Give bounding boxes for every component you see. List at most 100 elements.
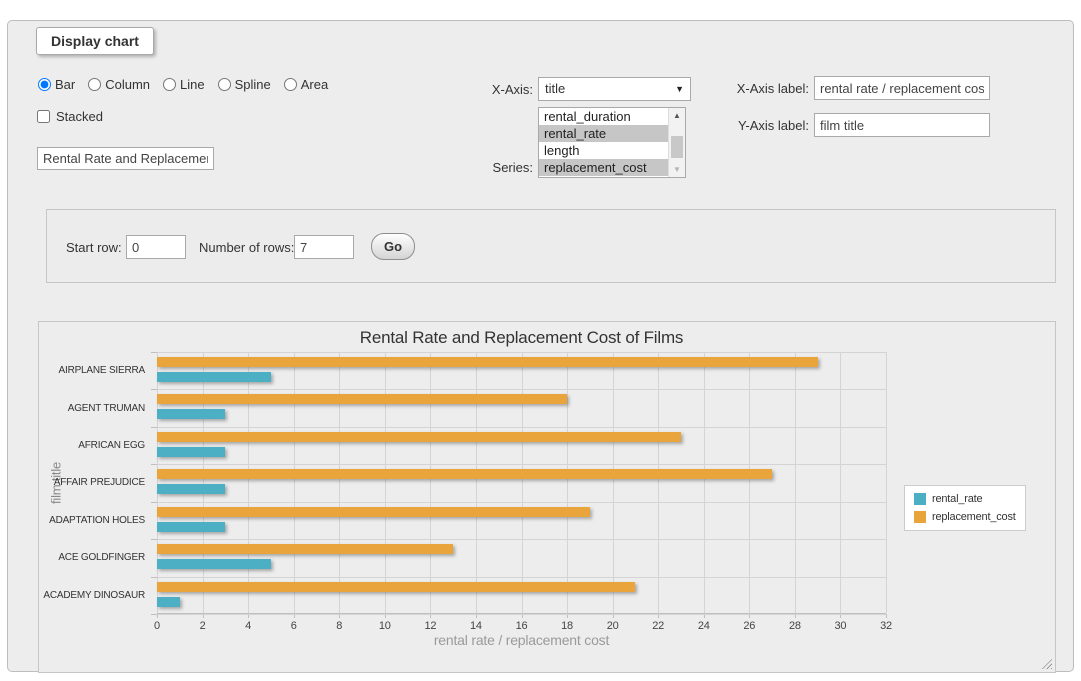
start-row-input[interactable]: [126, 235, 186, 259]
num-rows-label: Number of rows:: [199, 240, 294, 255]
gridline-vertical: [476, 352, 477, 613]
x-tick-label: 16: [502, 620, 542, 632]
bar-rental_rate: [157, 559, 271, 569]
legend-item-replacement_cost[interactable]: replacement_cost: [914, 511, 1016, 523]
bar-replacement_cost: [157, 469, 772, 479]
y-category-label: AGENT TRUMAN: [39, 389, 145, 426]
series-option-replacement_cost[interactable]: replacement_cost: [539, 159, 668, 176]
y-tick: [151, 464, 157, 465]
gridline-horizontal: [157, 539, 886, 540]
legend-swatch: [914, 493, 926, 505]
gridline-vertical: [658, 352, 659, 613]
x-tick-label: 0: [137, 620, 177, 632]
gridline-vertical: [613, 352, 614, 613]
chart-type-option-line[interactable]: Line: [163, 77, 205, 92]
y-tick: [151, 577, 157, 578]
x-tick-label: 24: [684, 620, 724, 632]
radio-label: Area: [301, 77, 328, 92]
display-chart-panel: Display chart Bar Column Line Spline Area St…: [7, 20, 1074, 672]
bar-rental_rate: [157, 597, 180, 607]
resize-handle-icon[interactable]: [1042, 659, 1052, 669]
gridline-vertical: [203, 352, 204, 613]
stacked-option[interactable]: Stacked: [37, 109, 103, 124]
chevron-down-icon: ▼: [675, 78, 684, 100]
stacked-label: Stacked: [56, 109, 103, 124]
num-rows-input[interactable]: [294, 235, 354, 259]
x-tick-label: 14: [456, 620, 496, 632]
bar-replacement_cost: [157, 357, 818, 367]
bar-replacement_cost: [157, 394, 567, 404]
radio-column[interactable]: [88, 78, 101, 91]
bar-rental_rate: [157, 447, 225, 457]
x-axis-label-label: X-Axis label:: [723, 81, 809, 96]
series-option-rental_rate[interactable]: rental_rate: [539, 125, 668, 142]
x-axis-selected-value: title: [545, 81, 565, 96]
y-axis-label-label: Y-Axis label:: [723, 118, 809, 133]
gridline-vertical: [522, 352, 523, 613]
page: Display chart Bar Column Line Spline Area St…: [0, 0, 1081, 681]
chart-type-option-spline[interactable]: Spline: [218, 77, 271, 92]
radio-label: Line: [180, 77, 205, 92]
series-listbox-scrollbar[interactable]: ▲ ▼: [668, 108, 685, 177]
start-row-label: Start row:: [66, 240, 122, 255]
radio-line[interactable]: [163, 78, 176, 91]
gridline-vertical: [840, 352, 841, 613]
x-tick-label: 10: [365, 620, 405, 632]
y-tick: [151, 502, 157, 503]
y-tick: [151, 352, 157, 353]
gridline-vertical: [157, 352, 158, 613]
x-axis-select[interactable]: title ▼: [538, 77, 691, 101]
chart-title: Rental Rate and Replacement Cost of Film…: [157, 328, 886, 348]
gridline-horizontal: [157, 427, 886, 428]
chart-legend: rental_rate replacement_cost: [904, 485, 1026, 531]
chart: Rental Rate and Replacement Cost of Film…: [38, 321, 1056, 673]
x-tick-label: 30: [820, 620, 860, 632]
series-listbox[interactable]: rental_durationrental_ratelengthreplacem…: [538, 107, 686, 178]
radio-area[interactable]: [284, 78, 297, 91]
chart-type-option-area[interactable]: Area: [284, 77, 328, 92]
scrollbar-up-icon[interactable]: ▲: [669, 108, 685, 123]
chart-type-option-column[interactable]: Column: [88, 77, 150, 92]
stacked-checkbox[interactable]: [37, 110, 50, 123]
go-button[interactable]: Go: [371, 233, 415, 260]
bar-rental_rate: [157, 409, 225, 419]
panel-title: Display chart: [36, 27, 154, 55]
legend-label: rental_rate: [932, 493, 982, 505]
chart-type-radio-group: Bar Column Line Spline Area: [38, 77, 341, 92]
scrollbar-thumb[interactable]: [671, 136, 683, 158]
x-axis-label-input[interactable]: [814, 76, 990, 100]
series-option-rental_duration[interactable]: rental_duration: [539, 108, 668, 125]
x-tick-label: 18: [547, 620, 587, 632]
gridline-vertical: [294, 352, 295, 613]
legend-label: replacement_cost: [932, 511, 1016, 523]
gridline-vertical: [248, 352, 249, 613]
y-axis-label-input[interactable]: [814, 113, 990, 137]
bar-replacement_cost: [157, 432, 681, 442]
x-tick-label: 8: [319, 620, 359, 632]
bar-replacement_cost: [157, 544, 453, 554]
x-tick-label: 28: [775, 620, 815, 632]
series-options: rental_durationrental_ratelengthreplacem…: [539, 108, 685, 176]
x-tick-label: 4: [228, 620, 268, 632]
y-category-label: AFFAIR PREJUDICE: [39, 464, 145, 501]
plot-area: 02468101214161820222426283032: [157, 352, 886, 614]
y-tick: [151, 389, 157, 390]
series-option-length[interactable]: length: [539, 142, 668, 159]
legend-item-rental_rate[interactable]: rental_rate: [914, 493, 1016, 505]
y-labels: AIRPLANE SIERRAAGENT TRUMANAFRICAN EGGAF…: [39, 352, 151, 614]
y-tick: [151, 614, 157, 615]
radio-spline[interactable]: [218, 78, 231, 91]
y-category-label: AIRPLANE SIERRA: [39, 352, 145, 389]
bar-rental_rate: [157, 522, 225, 532]
y-category-label: ACE GOLDFINGER: [39, 539, 145, 576]
y-tick: [151, 539, 157, 540]
radio-bar[interactable]: [38, 78, 51, 91]
scrollbar-down-icon[interactable]: ▼: [669, 162, 685, 177]
chart-type-option-bar[interactable]: Bar: [38, 77, 75, 92]
x-tick: [886, 614, 887, 618]
gridline-vertical: [567, 352, 568, 613]
gridline-vertical: [749, 352, 750, 613]
chart-title-input[interactable]: [37, 147, 214, 170]
gridline-vertical: [886, 352, 887, 613]
gridline-horizontal: [157, 577, 886, 578]
